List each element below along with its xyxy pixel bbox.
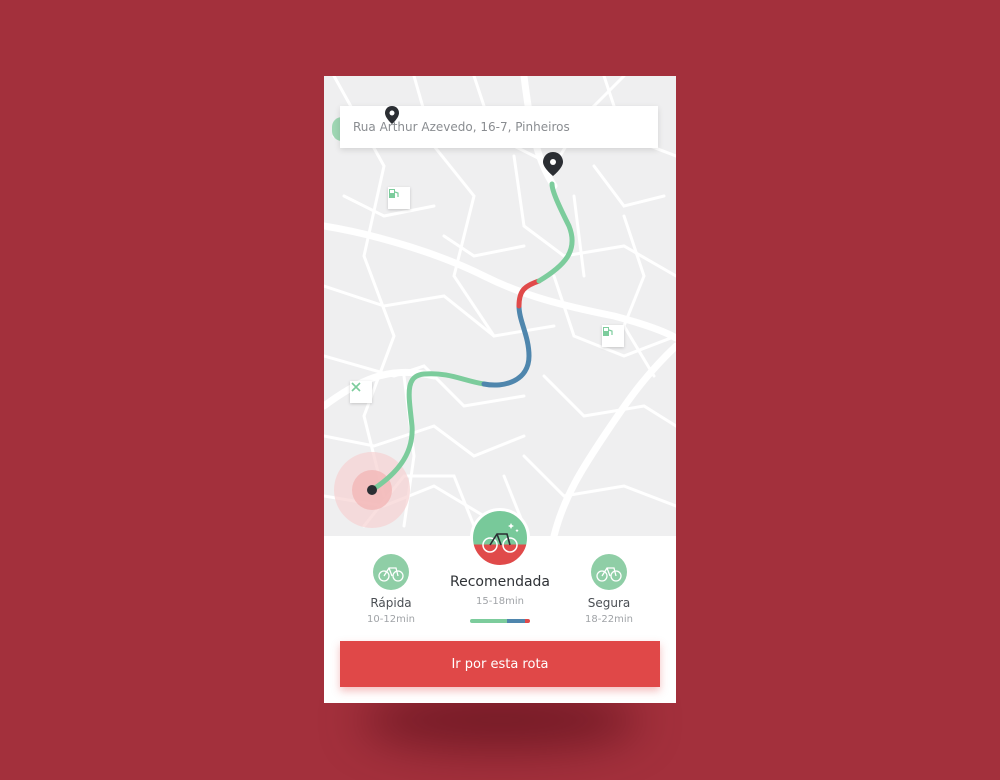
route-option-label: Rápida	[370, 596, 412, 610]
map-view[interactable]: Rua Arthur Azevedo, 16-7, Pinheiros	[324, 76, 676, 536]
bicycle-icon	[373, 554, 409, 590]
bike-repair-icon[interactable]	[350, 381, 372, 403]
bicycle-sparkle-icon[interactable]	[470, 508, 530, 568]
location-pin-icon	[385, 106, 399, 124]
gas-station-icon[interactable]	[602, 325, 624, 347]
bar-segment-green	[470, 619, 508, 623]
start-dot	[367, 485, 377, 495]
route-option-safe[interactable]: Segura 18-22min	[564, 554, 654, 625]
address-search-bar[interactable]: Rua Arthur Azevedo, 16-7, Pinheiros	[340, 106, 658, 148]
recommended-route-label: Recomendada	[449, 574, 551, 590]
route-option-time: 10-12min	[367, 614, 415, 625]
go-this-route-button[interactable]: Ir por esta rota	[340, 641, 660, 687]
bicycle-icon	[591, 554, 627, 590]
route-option-time: 18-22min	[585, 614, 633, 625]
phone-screen: Rua Arthur Azevedo, 16-7, Pinheiros Rápi…	[324, 76, 676, 703]
route-option-label: Segura	[587, 596, 631, 610]
gas-station-icon[interactable]	[388, 187, 410, 209]
recommended-route-time: 15-18min	[476, 596, 524, 607]
bar-segment-red	[525, 619, 530, 623]
bar-segment-blue	[507, 619, 526, 623]
route-composition-bar	[470, 619, 530, 623]
route-option-fast[interactable]: Rápida 10-12min	[346, 554, 436, 625]
